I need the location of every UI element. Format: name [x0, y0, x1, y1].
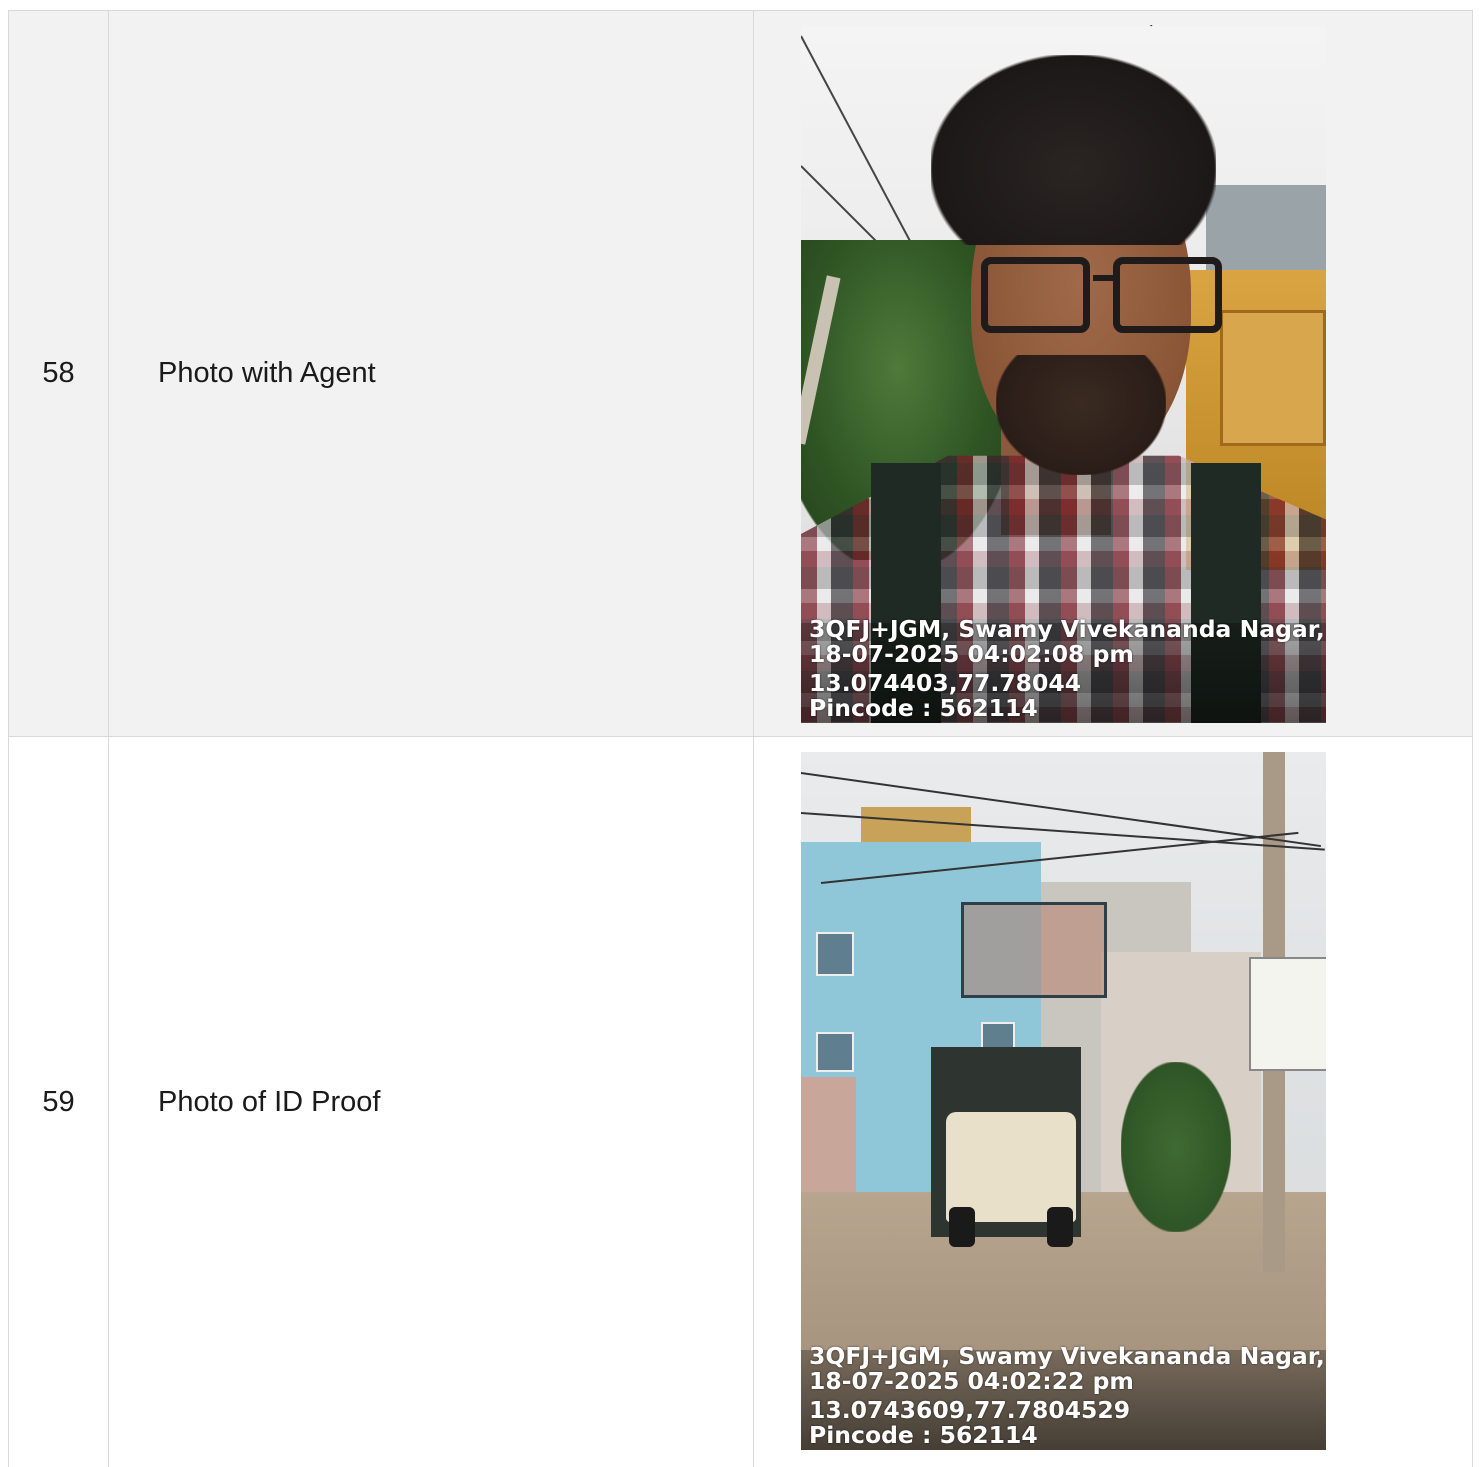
signboard — [1220, 309, 1326, 446]
row-label: Photo with Agent — [108, 11, 753, 736]
truck-cab — [946, 1112, 1076, 1222]
stamp-coordinates: 13.0743609,77.7804529 — [809, 1396, 1131, 1424]
row-number: 58 — [8, 11, 108, 736]
stamp-pincode: Pincode : 562114 — [809, 693, 1038, 721]
geo-stamp: 3QFJ+JGM, Swamy Vivekananda Nagar, KHB 1… — [809, 1344, 1326, 1448]
photo-cell: 3QFJ+JGM, Swamy Vivekananda Nagar, KHB 1… — [753, 737, 1473, 1467]
window — [816, 1032, 854, 1072]
geo-stamp: 3QFJ+JGM, Swamy Vivekananda Nagar, KHB 1… — [809, 617, 1326, 721]
glasses-bridge — [1093, 274, 1119, 281]
id-proof-photo[interactable]: 3QFJ+JGM, Swamy Vivekananda Nagar, KHB 1… — [801, 752, 1326, 1450]
shrub — [1121, 1062, 1231, 1232]
agent-photo[interactable]: 3QFJ+JGM, Swamy Vivekananda Nagar, KHB 1… — [801, 24, 1326, 723]
water-tanks — [861, 807, 971, 847]
row-label: Photo of ID Proof — [108, 737, 753, 1467]
photo-cell: 3QFJ+JGM, Swamy Vivekananda Nagar, KHB 1… — [753, 11, 1473, 736]
row-number: 59 — [8, 737, 108, 1467]
balcony — [961, 902, 1107, 998]
wheel — [949, 1207, 975, 1247]
glasses-right — [1113, 256, 1222, 333]
table-row: 58 Photo with Agent 3QFJ+JGM, Swamy Vive… — [8, 11, 1473, 737]
glasses-left — [981, 256, 1090, 333]
stamp-coordinates: 13.074403,77.78044 — [809, 668, 1082, 697]
photo-table: 58 Photo with Agent 3QFJ+JGM, Swamy Vive… — [8, 10, 1473, 1467]
wire — [1150, 24, 1214, 26]
signboard — [1249, 957, 1326, 1071]
wire — [801, 35, 924, 266]
stamp-address: 3QFJ+JGM, Swamy Vivekananda Nagar, KHB — [809, 1344, 1326, 1370]
stamp-pincode: Pincode : 562114 — [809, 1421, 1038, 1448]
window — [816, 932, 854, 976]
beard — [996, 354, 1166, 475]
table-row: 59 Photo of ID Proof 3QFJ+JGM, Swamy Viv… — [8, 737, 1473, 1467]
stamp-datetime: 18-07-2025 04:02:22 pm — [809, 1367, 1134, 1395]
hair — [931, 54, 1216, 245]
wheel — [1047, 1207, 1073, 1247]
stamp-datetime: 18-07-2025 04:02:08 pm — [809, 639, 1134, 668]
stamp-address: 3QFJ+JGM, Swamy Vivekananda Nagar, KHB — [809, 616, 1326, 643]
